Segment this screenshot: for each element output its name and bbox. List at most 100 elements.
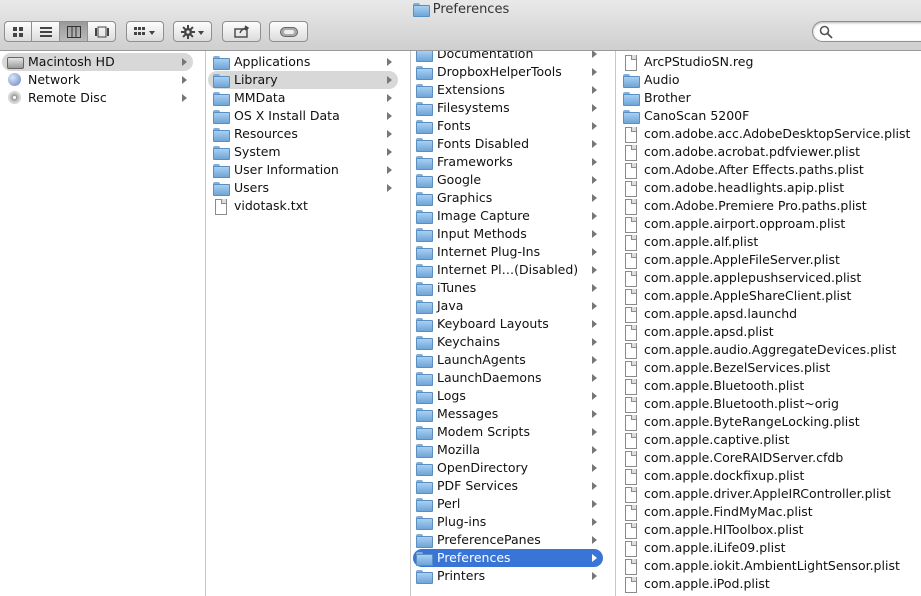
sidebar-item-network-label: Network <box>28 72 81 87</box>
library-item-pdf-services-label: PDF Services <box>437 478 519 493</box>
preferences-item[interactable]: com.Adobe.After Effects.paths.plist <box>618 161 917 179</box>
preferences-item-label: com.apple.Bluetooth.plist~orig <box>644 396 839 411</box>
doc-icon <box>622 253 638 269</box>
library-item-launchdaemons[interactable]: LaunchDaemons <box>413 369 603 387</box>
doc-icon <box>622 559 638 575</box>
library-item-messages-label: Messages <box>437 406 499 421</box>
library-item-google[interactable]: Google <box>413 171 603 189</box>
preferences-item[interactable]: Brother <box>618 89 917 107</box>
library-item-dropboxhelpertools[interactable]: DropboxHelperTools <box>413 63 603 81</box>
column-view-button[interactable] <box>60 21 88 42</box>
preferences-item-label: com.adobe.headlights.apip.plist <box>644 180 845 195</box>
library-item-printers[interactable]: Printers <box>413 567 603 585</box>
folder-icon <box>415 119 433 134</box>
library-item-itunes[interactable]: iTunes <box>413 279 603 297</box>
root-item-system[interactable]: System <box>208 143 398 161</box>
folder-icon <box>415 569 433 584</box>
root-item-users[interactable]: Users <box>208 179 398 197</box>
library-item-preferencepanes[interactable]: PreferencePanes <box>413 531 603 549</box>
root-item-os-x-install-data[interactable]: OS X Install Data <box>208 107 398 125</box>
library-item-plug-ins[interactable]: Plug-ins <box>413 513 603 531</box>
preferences-item[interactable]: com.apple.iLife09.plist <box>618 539 917 557</box>
library-item-logs[interactable]: Logs <box>413 387 603 405</box>
root-item-mmdata[interactable]: MMData <box>208 89 398 107</box>
preferences-item[interactable]: com.apple.alf.plist <box>618 233 917 251</box>
preferences-item[interactable]: com.apple.FindMyMac.plist <box>618 503 917 521</box>
library-item-input-methods[interactable]: Input Methods <box>413 225 603 243</box>
library-item-opendirectory-label: OpenDirectory <box>437 460 528 475</box>
library-item-extensions[interactable]: Extensions <box>413 81 603 99</box>
preferences-item[interactable]: com.apple.HIToolbox.plist <box>618 521 917 539</box>
preferences-item[interactable]: Audio <box>618 71 917 89</box>
sidebar-item-remote-disc[interactable]: Remote Disc <box>2 89 193 107</box>
preferences-item[interactable]: com.apple.Bluetooth.plist~orig <box>618 395 917 413</box>
icon-view-button[interactable] <box>4 21 32 42</box>
coverflow-view-button[interactable] <box>88 21 116 42</box>
root-item-resources[interactable]: Resources <box>208 125 398 143</box>
preferences-item[interactable]: com.apple.airport.opproam.plist <box>618 215 917 233</box>
preferences-item[interactable]: com.apple.AppleShareClient.plist <box>618 287 917 305</box>
library-item-java[interactable]: Java <box>413 297 603 315</box>
library-item-frameworks[interactable]: Frameworks <box>413 153 603 171</box>
preferences-item[interactable]: com.apple.iokit.AmbientLightSensor.plist <box>618 557 917 575</box>
library-item-keychains[interactable]: Keychains <box>413 333 603 351</box>
library-item-mozilla[interactable]: Mozilla <box>413 441 603 459</box>
preferences-item[interactable]: com.apple.apsd.launchd <box>618 305 917 323</box>
preferences-item[interactable]: com.apple.audio.AggregateDevices.plist <box>618 341 917 359</box>
preferences-item[interactable]: com.apple.CoreRAIDServer.cfdb <box>618 449 917 467</box>
library-item-launchagents[interactable]: LaunchAgents <box>413 351 603 369</box>
preferences-item[interactable]: com.apple.applepushserviced.plist <box>618 269 917 287</box>
library-item-perl[interactable]: Perl <box>413 495 603 513</box>
preferences-item[interactable]: com.adobe.acc.AdobeDesktopService.plist <box>618 125 917 143</box>
preferences-item[interactable]: com.apple.ByteRangeLocking.plist <box>618 413 917 431</box>
library-item-modem-scripts[interactable]: Modem Scripts <box>413 423 603 441</box>
root-item-user-information[interactable]: User Information <box>208 161 398 179</box>
preferences-item[interactable]: com.apple.BezelServices.plist <box>618 359 917 377</box>
tag-button[interactable] <box>269 21 308 42</box>
library-item-internet-pl-disabled-[interactable]: Internet Pl…(Disabled) <box>413 261 603 279</box>
sidebar-item-network[interactable]: Network <box>2 71 193 89</box>
preferences-item[interactable]: com.apple.apsd.plist <box>618 323 917 341</box>
action-button[interactable] <box>173 21 212 42</box>
preferences-item[interactable]: com.apple.Bluetooth.plist <box>618 377 917 395</box>
preferences-item[interactable]: com.apple.driver.AppleIRController.plist <box>618 485 917 503</box>
library-item-opendirectory[interactable]: OpenDirectory <box>413 459 603 477</box>
library-item-fonts-label: Fonts <box>437 118 471 133</box>
root-item-vidotask-txt[interactable]: vidotask.txt <box>208 197 398 215</box>
library-item-fonts[interactable]: Fonts <box>413 117 603 135</box>
preferences-item[interactable]: com.apple.iPod.plist <box>618 575 917 593</box>
preferences-item-label: com.apple.iPod.plist <box>644 576 770 591</box>
preferences-item[interactable]: com.adobe.acrobat.pdfviewer.plist <box>618 143 917 161</box>
sidebar-item-macintosh-hd[interactable]: Macintosh HD <box>2 53 193 71</box>
preferences-item[interactable]: com.apple.dockfixup.plist <box>618 467 917 485</box>
arrange-button[interactable] <box>126 21 164 42</box>
share-button[interactable] <box>222 21 261 42</box>
list-view-button[interactable] <box>32 21 60 42</box>
root-item-users-label: Users <box>234 180 270 195</box>
library-item-documentation[interactable]: Documentation <box>413 51 603 63</box>
library-item-fonts-disabled[interactable]: Fonts Disabled <box>413 135 603 153</box>
library-item-preferences[interactable]: Preferences <box>413 549 603 567</box>
disclosure-arrow-icon <box>387 184 392 192</box>
preferences-item[interactable]: ArcPStudioSN.reg <box>618 53 917 71</box>
library-item-messages[interactable]: Messages <box>413 405 603 423</box>
library-item-internet-plug-ins[interactable]: Internet Plug-Ins <box>413 243 603 261</box>
root-item-library[interactable]: Library <box>208 71 398 89</box>
library-item-image-capture[interactable]: Image Capture <box>413 207 603 225</box>
library-item-pdf-services[interactable]: PDF Services <box>413 477 603 495</box>
root-item-applications[interactable]: Applications <box>208 53 398 71</box>
preferences-item[interactable]: com.apple.AppleFileServer.plist <box>618 251 917 269</box>
preferences-item[interactable]: com.apple.captive.plist <box>618 431 917 449</box>
library-item-keyboard-layouts[interactable]: Keyboard Layouts <box>413 315 603 333</box>
folder-icon <box>415 65 433 80</box>
doc-icon <box>622 451 638 467</box>
preferences-item[interactable]: com.adobe.headlights.apip.plist <box>618 179 917 197</box>
arrange-icon <box>134 26 155 35</box>
preferences-item[interactable]: CanoScan 5200F <box>618 107 917 125</box>
library-item-modem-scripts-label: Modem Scripts <box>437 424 530 439</box>
search-field[interactable] <box>812 21 921 42</box>
library-item-graphics[interactable]: Graphics <box>413 189 603 207</box>
library-item-filesystems[interactable]: Filesystems <box>413 99 603 117</box>
preferences-item[interactable]: com.Adobe.Premiere Pro.paths.plist <box>618 197 917 215</box>
preferences-item-label: com.apple.apsd.plist <box>644 324 774 339</box>
